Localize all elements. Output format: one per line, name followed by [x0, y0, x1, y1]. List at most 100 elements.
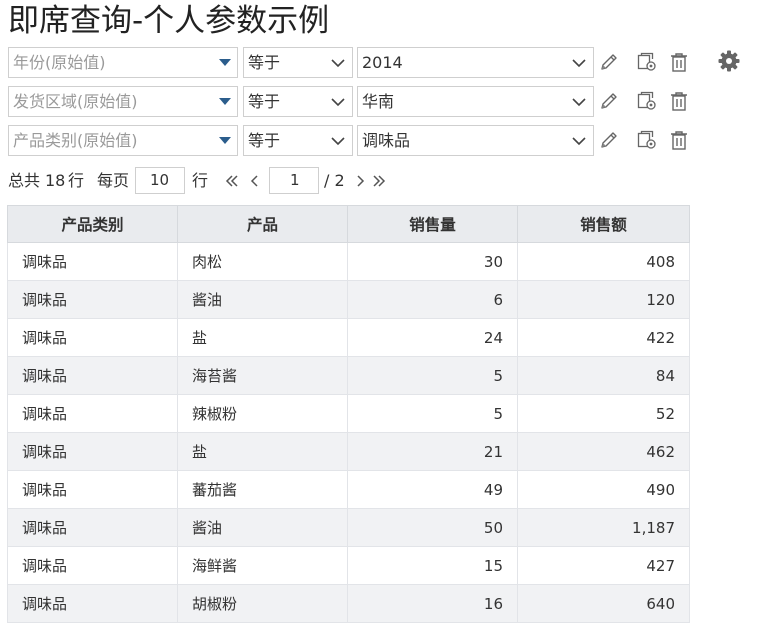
table-cell: 盐	[177, 432, 348, 471]
page-number-input[interactable]: 1	[269, 167, 319, 194]
chevron-down-icon	[331, 137, 345, 146]
trash-icon[interactable]	[667, 50, 691, 74]
operator-value: 等于	[248, 131, 281, 150]
table-cell: 490	[517, 470, 690, 509]
field-select[interactable]: 发货区域(原始值)	[8, 86, 238, 117]
filter-value: 调味品	[362, 131, 411, 150]
total-count: 18	[45, 171, 66, 190]
gear-icon[interactable]	[717, 49, 741, 73]
dropdown-triangle-icon	[219, 137, 231, 144]
pencil-icon[interactable]	[597, 89, 621, 113]
value-select[interactable]: 调味品	[357, 125, 594, 156]
table-cell: 调味品	[7, 508, 178, 547]
value-select[interactable]: 华南	[357, 86, 594, 117]
table-cell: 21	[347, 432, 518, 471]
operator-select[interactable]: 等于	[243, 86, 353, 117]
table-cell: 15	[347, 546, 518, 585]
table-row: 调味品 辣椒粉 5 52	[7, 394, 690, 433]
table-row: 调味品 蕃茄酱 49 490	[7, 470, 690, 509]
page-size-input[interactable]: 10	[135, 167, 185, 194]
operator-select[interactable]: 等于	[243, 47, 353, 78]
first-page-icon[interactable]	[225, 174, 239, 188]
chevron-down-icon	[331, 98, 345, 107]
pencil-icon[interactable]	[597, 128, 621, 152]
table-row: 调味品 海鲜酱 15 427	[7, 546, 690, 585]
pencil-icon[interactable]	[597, 50, 621, 74]
table-cell: 50	[347, 508, 518, 547]
table-row: 调味品 海苔酱 5 84	[7, 356, 690, 395]
table-cell: 调味品	[7, 546, 178, 585]
per-page-suffix: 行	[192, 171, 209, 190]
table-cell: 胡椒粉	[177, 584, 348, 623]
table-row: 调味品 酱油 50 1,187	[7, 508, 690, 547]
chevron-down-icon	[572, 59, 586, 68]
dropdown-triangle-icon	[219, 98, 231, 105]
chevron-down-icon	[572, 137, 586, 146]
column-header[interactable]: 产品	[177, 205, 348, 243]
table-row: 调味品 胡椒粉 16 640	[7, 584, 690, 623]
table-cell: 52	[517, 394, 690, 433]
table-row: 调味品 酱油 6 120	[7, 280, 690, 319]
table-cell: 调味品	[7, 356, 178, 395]
table-cell: 调味品	[7, 242, 178, 281]
table-cell: 422	[517, 318, 690, 357]
copy-settings-icon[interactable]	[635, 50, 659, 74]
table-cell: 调味品	[7, 280, 178, 319]
field-select[interactable]: 产品类别(原始值)	[8, 125, 238, 156]
table-cell: 辣椒粉	[177, 394, 348, 433]
table-cell: 蕃茄酱	[177, 470, 348, 509]
table-cell: 427	[517, 546, 690, 585]
results-table: 产品类别 产品 销售量 销售额 调味品 肉松 30 408 调味品 酱油 6 120 调味品…	[7, 205, 690, 623]
table-cell: 海苔酱	[177, 356, 348, 395]
table-cell: 海鲜酱	[177, 546, 348, 585]
field-placeholder: 年份(原始值)	[13, 53, 106, 72]
prev-page-icon[interactable]	[248, 174, 262, 188]
chevron-down-icon	[572, 98, 586, 107]
table-cell: 1,187	[517, 508, 690, 547]
operator-value: 等于	[248, 53, 281, 72]
column-header[interactable]: 销售量	[347, 205, 518, 243]
table-cell: 6	[347, 280, 518, 319]
last-page-icon[interactable]	[372, 174, 386, 188]
chevron-down-icon	[331, 59, 345, 68]
value-select[interactable]: 2014	[357, 47, 594, 78]
table-cell: 5	[347, 394, 518, 433]
copy-settings-icon[interactable]	[635, 128, 659, 152]
page-title: 即席查询-个人参数示例	[8, 3, 330, 39]
table-cell: 408	[517, 242, 690, 281]
table-cell: 酱油	[177, 280, 348, 319]
filter-row-3: 产品类别(原始值) 等于 调味品	[8, 125, 760, 156]
table-cell: 调味品	[7, 584, 178, 623]
column-header[interactable]: 产品类别	[7, 205, 178, 243]
total-pages: / 2	[324, 171, 345, 190]
table-row: 调味品盐 24 422	[7, 318, 690, 357]
table-cell: 调味品	[7, 394, 178, 433]
filter-value: 华南	[362, 92, 395, 111]
filter-row-2: 发货区域(原始值) 等于 华南	[8, 86, 760, 117]
table-cell: 调味品	[7, 318, 178, 357]
table-cell: 30	[347, 242, 518, 281]
copy-settings-icon[interactable]	[635, 89, 659, 113]
column-header[interactable]: 销售额	[517, 205, 690, 243]
table-row: 调味品 肉松 30 408	[7, 242, 690, 281]
table-cell: 16	[347, 584, 518, 623]
table-cell: 120	[517, 280, 690, 319]
total-suffix: 行	[68, 171, 85, 190]
table-cell: 84	[517, 356, 690, 395]
table-cell: 24	[347, 318, 518, 357]
filter-value: 2014	[362, 53, 403, 72]
table-row: 调味品盐 21 462	[7, 432, 690, 471]
field-placeholder: 发货区域(原始值)	[13, 92, 138, 111]
next-page-icon[interactable]	[353, 174, 367, 188]
table-cell: 5	[347, 356, 518, 395]
table-cell: 酱油	[177, 508, 348, 547]
trash-icon[interactable]	[667, 128, 691, 152]
operator-value: 等于	[248, 92, 281, 111]
field-select[interactable]: 年份(原始值)	[8, 47, 238, 78]
total-prefix: 总共	[8, 171, 41, 190]
table-cell: 49	[347, 470, 518, 509]
trash-icon[interactable]	[667, 89, 691, 113]
operator-select[interactable]: 等于	[243, 125, 353, 156]
table-cell: 640	[517, 584, 690, 623]
table-cell: 盐	[177, 318, 348, 357]
